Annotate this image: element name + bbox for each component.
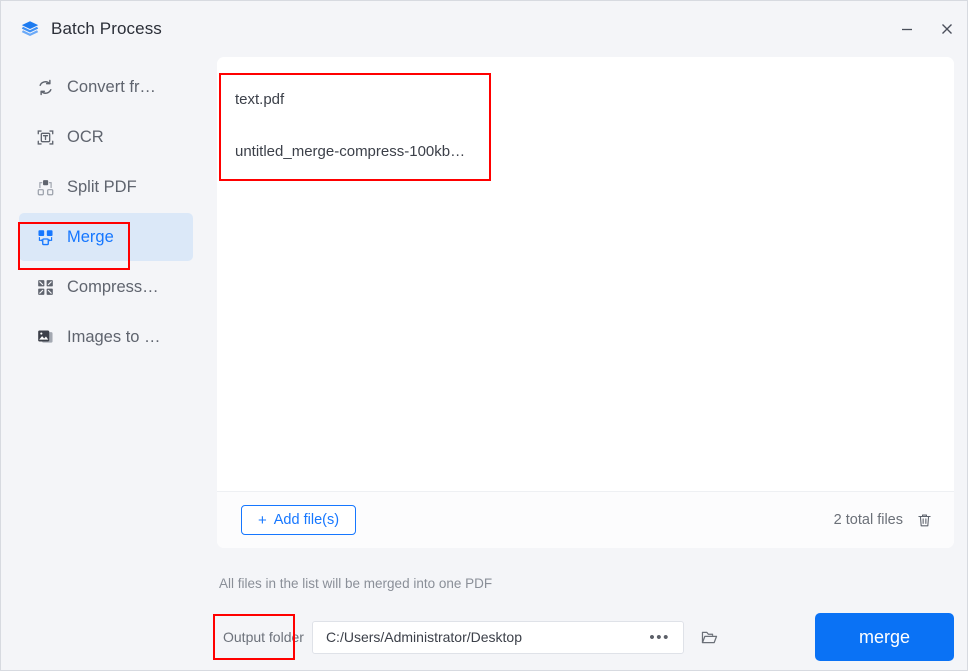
file-name: untitled_merge-compress-100kb… xyxy=(235,142,466,160)
ocr-text-frame-icon xyxy=(35,127,55,147)
list-item[interactable]: untitled_merge-compress-100kb… xyxy=(235,125,490,177)
sidebar-item-label: Images to … xyxy=(67,327,161,346)
file-name: text.pdf xyxy=(235,90,285,108)
sidebar: Convert fr… OCR Split PDF Merge Compress… xyxy=(1,57,217,670)
folder-open-icon[interactable] xyxy=(698,625,722,649)
window-controls xyxy=(887,1,967,57)
compress-squares-icon xyxy=(35,277,55,297)
sidebar-item-label: OCR xyxy=(67,127,104,146)
sidebar-item-compress[interactable]: Compress… xyxy=(19,263,193,311)
title-bar: Batch Process xyxy=(1,1,967,57)
output-path-value: C:/Users/Administrator/Desktop xyxy=(325,629,522,645)
main-content: text.pdf untitled_merge-compress-100kb… … xyxy=(217,57,967,670)
merge-button[interactable]: merge xyxy=(815,613,954,661)
file-count-group: 2 total files xyxy=(834,510,934,530)
merge-squares-icon xyxy=(35,227,55,247)
add-files-button[interactable]: + Add file(s) xyxy=(241,505,357,535)
bottom-bar: All files in the list will be merged int… xyxy=(217,548,954,661)
sidebar-item-ocr[interactable]: OCR xyxy=(19,113,193,161)
total-files-text: 2 total files xyxy=(833,512,903,528)
merge-hint-text: All files in the list will be merged int… xyxy=(219,576,493,591)
file-list[interactable]: text.pdf untitled_merge-compress-100kb… xyxy=(217,57,954,491)
convert-arrows-icon xyxy=(35,77,55,97)
sidebar-item-label: Split PDF xyxy=(67,177,137,196)
sidebar-item-images-to-pdf[interactable]: Images to … xyxy=(19,313,193,361)
close-button[interactable] xyxy=(927,9,967,49)
sidebar-item-label: Compress… xyxy=(67,277,159,296)
output-path-input[interactable]: C:/Users/Administrator/Desktop ••• xyxy=(311,620,684,654)
trash-icon[interactable] xyxy=(914,510,934,530)
images-picture-icon xyxy=(35,327,55,347)
add-files-label: Add file(s) xyxy=(273,512,340,528)
window-body: Convert fr… OCR Split PDF Merge Compress… xyxy=(1,57,967,670)
window-title: Batch Process xyxy=(51,19,162,38)
sidebar-item-convert-from[interactable]: Convert fr… xyxy=(19,63,193,111)
layers-stack-icon xyxy=(19,18,41,40)
output-folder-label: Output folder xyxy=(223,629,304,645)
sidebar-item-merge[interactable]: Merge xyxy=(19,213,193,261)
sidebar-item-split-pdf[interactable]: Split PDF xyxy=(19,163,193,211)
split-squares-icon xyxy=(35,177,55,197)
output-folder-row: Output folder C:/Users/Administrator/Des… xyxy=(217,613,954,661)
list-item[interactable]: text.pdf xyxy=(235,73,490,125)
browse-ellipsis-button[interactable]: ••• xyxy=(649,629,670,646)
file-list-card: text.pdf untitled_merge-compress-100kb… … xyxy=(217,57,954,548)
plus-icon: + xyxy=(258,511,267,529)
sidebar-item-label: Merge xyxy=(67,227,114,246)
batch-process-window: Batch Process Convert fr… OCR Split PDF … xyxy=(0,0,968,671)
file-list-footer: + Add file(s) 2 total files xyxy=(217,491,954,548)
minimize-button[interactable] xyxy=(887,9,927,49)
sidebar-item-label: Convert fr… xyxy=(67,77,156,96)
